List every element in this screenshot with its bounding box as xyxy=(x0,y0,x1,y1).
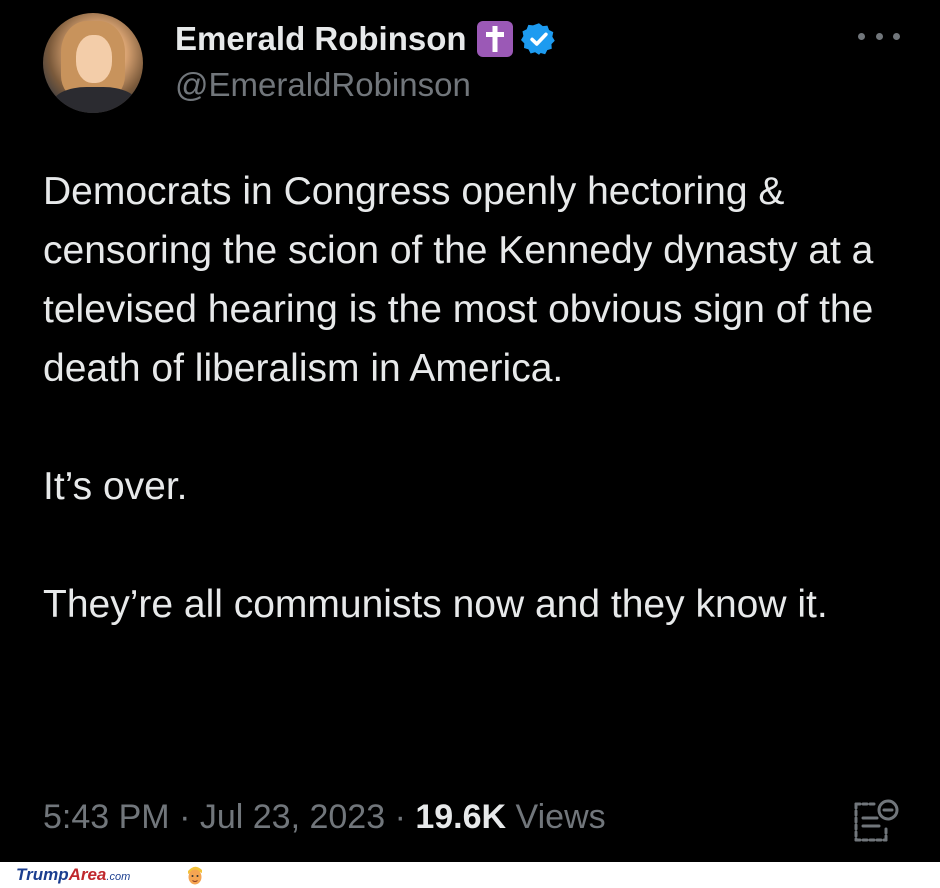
tweet-paragraph: They’re all communists now and they know… xyxy=(43,583,828,626)
tweet-text: Democrats in Congress openly hectoring &… xyxy=(43,162,913,634)
tweet-paragraph: Democrats in Congress openly hectoring &… xyxy=(43,170,885,390)
tweet-meta: 5:43 PM · Jul 23, 2023 · 19.6K Views xyxy=(43,798,606,837)
analytics-icon[interactable] xyxy=(850,796,902,848)
avatar-body xyxy=(53,87,137,113)
watermark-bar: TrumpArea.com xyxy=(0,862,940,888)
views-label: Views xyxy=(515,798,606,836)
latin-cross-emoji-icon xyxy=(476,21,513,57)
author-handle[interactable]: @EmeraldRobinson xyxy=(175,66,471,104)
watermark-text: TrumpArea.com xyxy=(16,865,130,885)
watermark-part: Trump xyxy=(16,865,69,884)
avatar[interactable] xyxy=(43,13,143,113)
views-count: 19.6K xyxy=(415,798,507,836)
avatar-face xyxy=(76,35,112,83)
watermark-part: .com xyxy=(106,871,131,883)
more-dot xyxy=(858,32,865,40)
author-display-name[interactable]: Emerald Robinson xyxy=(175,20,467,58)
more-options-icon[interactable] xyxy=(858,26,900,46)
tweet-paragraph: It’s over. xyxy=(43,465,188,508)
meta-separator: · xyxy=(394,798,406,836)
author-name-row: Emerald Robinson xyxy=(175,16,557,62)
watermark-part: Area xyxy=(68,865,107,884)
watermark-face-icon xyxy=(188,866,202,885)
meta-separator: · xyxy=(179,798,191,836)
tweet-date[interactable]: Jul 23, 2023 xyxy=(200,798,385,836)
more-dot xyxy=(893,32,900,40)
tweet-time[interactable]: 5:43 PM xyxy=(43,798,170,836)
latin-cross-glyph xyxy=(485,26,504,52)
verified-badge-icon[interactable] xyxy=(520,21,557,57)
more-dot xyxy=(875,32,883,40)
tweet-card: Emerald Robinson @EmeraldRobinson Democr… xyxy=(0,0,940,862)
